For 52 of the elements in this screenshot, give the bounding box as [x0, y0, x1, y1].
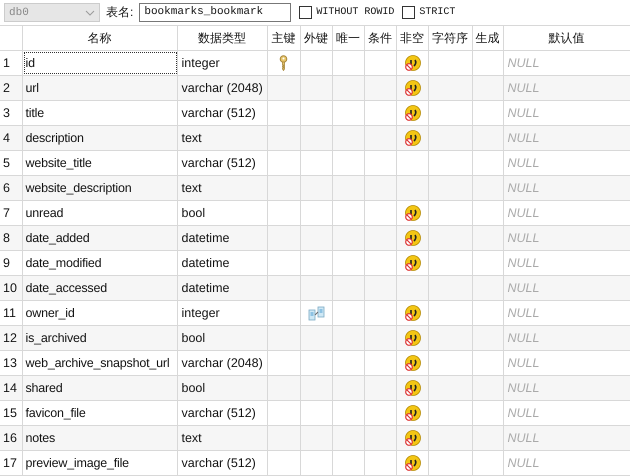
row-number: 8: [0, 226, 22, 250]
table-cell[interactable]: owner_id: [24, 302, 176, 324]
table-cell[interactable]: datetime: [177, 226, 267, 250]
table-cell[interactable]: text: [177, 176, 267, 200]
row-number: 16: [0, 426, 22, 450]
row-number: 6: [0, 176, 22, 200]
table-cell[interactable]: website_title: [24, 152, 176, 174]
row-number: 10: [0, 276, 22, 300]
table-cell[interactable]: title: [24, 102, 176, 124]
row-number: 17: [0, 450, 22, 476]
column-header[interactable]: 外键: [300, 26, 332, 50]
table-cell[interactable]: unread: [24, 202, 176, 224]
checkbox-label: STRICT: [419, 7, 456, 18]
checkbox[interactable]: [402, 6, 416, 19]
table-cell[interactable]: id: [24, 52, 176, 74]
table-cell[interactable]: datetime: [177, 276, 267, 300]
column-header[interactable]: 名称: [22, 26, 177, 50]
table-cell[interactable]: date_added: [24, 227, 176, 249]
checkbox[interactable]: [299, 6, 312, 19]
column-header[interactable]: 条件: [364, 26, 396, 50]
row-number: 4: [0, 126, 22, 150]
row-number: 2: [0, 76, 22, 100]
column-header[interactable]: 生成: [472, 26, 503, 50]
table-cell[interactable]: is_archived: [24, 327, 176, 349]
table-cell[interactable]: website_description: [24, 177, 176, 199]
table-name-label: 表名:: [106, 4, 134, 21]
table-cell[interactable]: text: [177, 426, 267, 450]
row-number: 14: [0, 376, 22, 400]
column-header[interactable]: 主键: [267, 26, 300, 50]
table-cell[interactable]: url: [24, 77, 176, 99]
table-cell[interactable]: text: [177, 126, 267, 150]
column-header[interactable]: 唯一: [332, 26, 364, 50]
table-cell[interactable]: shared: [24, 377, 176, 399]
column-header[interactable]: 数据类型: [177, 26, 267, 50]
chevron-down-icon: [85, 10, 95, 16]
table-cell[interactable]: notes: [24, 427, 176, 449]
table-cell[interactable]: varchar (2048): [177, 76, 267, 100]
table-cell[interactable]: web_archive_snapshot_url: [24, 352, 176, 374]
row-number: 12: [0, 326, 22, 350]
table-cell[interactable]: bool: [177, 326, 267, 350]
table-cell[interactable]: preview_image_file: [24, 452, 176, 474]
table-cell[interactable]: favicon_file: [24, 402, 176, 424]
table-cell[interactable]: date_accessed: [24, 277, 176, 299]
column-header[interactable]: 字符序: [428, 26, 472, 50]
table-cell[interactable]: varchar (512): [177, 450, 267, 476]
table-cell[interactable]: description: [24, 127, 176, 149]
table-cell[interactable]: date_modified: [24, 252, 176, 274]
column-header[interactable]: 非空: [396, 26, 428, 50]
table-name-field[interactable]: bookmarks_bookmark: [139, 3, 292, 22]
checkbox-label: WITHOUT ROWID: [316, 7, 394, 18]
table-cell[interactable]: bool: [177, 376, 267, 400]
column-header[interactable]: 默认值: [503, 26, 630, 50]
